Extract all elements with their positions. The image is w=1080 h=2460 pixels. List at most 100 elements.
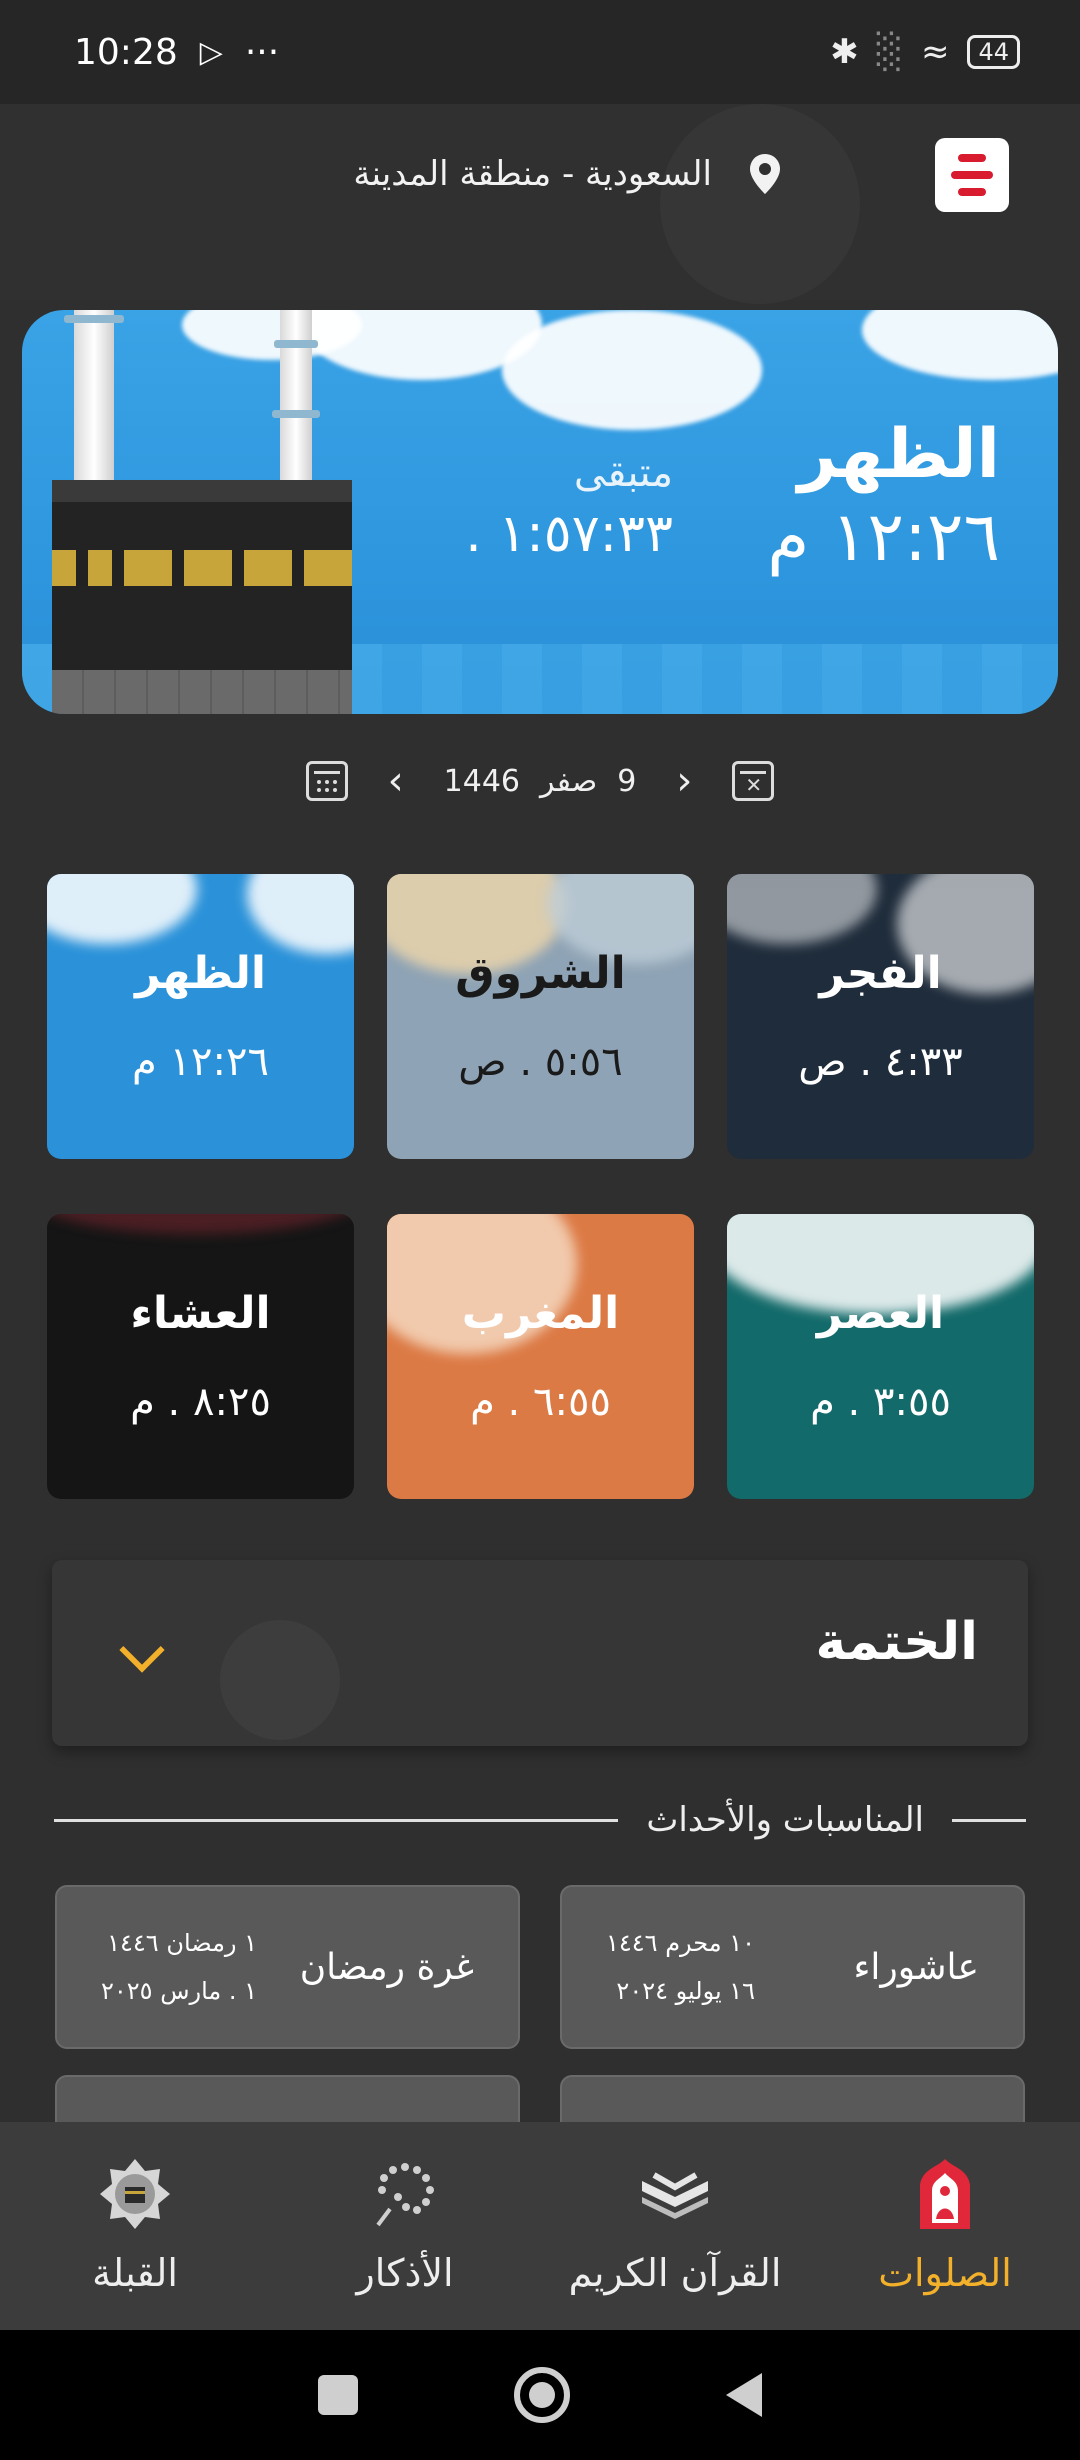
hijri-date: 9 صفر 1446: [444, 764, 637, 799]
current-prayer-card[interactable]: متبقى ١:٥٧:٣٣ . الظهر ١٢:٢٦ م: [22, 310, 1058, 714]
menu-button[interactable]: [935, 138, 1009, 212]
khatma-title: الختمة: [815, 1612, 978, 1672]
calendar-dots: [316, 780, 337, 792]
remaining-time: متبقى ١:٥٧:٣٣ .: [465, 450, 673, 564]
event-dates: ١ رمضان ١٤٤٦ ١ . مارس ٢٠٢٥: [101, 1919, 257, 2015]
prayer-time: ٨:٢٥ . م: [130, 1379, 271, 1425]
card-cloud: [47, 1214, 354, 1234]
play-icon: ▷: [199, 34, 223, 70]
signal-icon: ░: [876, 32, 903, 72]
prayer-time: ٥:٥٦ . ص: [458, 1039, 623, 1085]
bluetooth-icon: ✱: [830, 32, 859, 72]
hijri-month: صفر: [540, 763, 598, 799]
card-cloud: [47, 874, 197, 944]
nav-azkar[interactable]: الأذكار: [285, 2157, 525, 2295]
location-label: السعودية - منطقة المدينة: [353, 154, 712, 194]
event-name: غرة رمضان: [299, 1946, 474, 1988]
prayer-card-fajr[interactable]: الفجر ٤:٣٣ . ص: [727, 874, 1034, 1159]
nav-prayers[interactable]: الصلوات: [825, 2157, 1065, 2295]
hero-cloud: [502, 310, 762, 430]
menu-icon-bar-3: [958, 188, 986, 196]
divider: [952, 1818, 1026, 1822]
prayer-name: الظهر: [135, 948, 266, 999]
minaret-left: [74, 310, 114, 480]
recent-apps-button[interactable]: [318, 2375, 358, 2415]
nav-quran[interactable]: القرآن الكريم: [555, 2157, 795, 2295]
location-selector[interactable]: السعودية - منطقة المدينة: [353, 154, 780, 194]
kaaba-top: [52, 480, 352, 502]
next-prayer: الظهر ١٢:٢٦ م: [767, 415, 1000, 577]
menu-icon-bar-1: [958, 154, 986, 162]
date-navigator: ‹ 9 صفر 1446 › ✕: [0, 746, 1080, 816]
hijri-day: 9: [617, 763, 637, 799]
event-gregorian-date: ١ . مارس ٢٠٢٥: [101, 1977, 258, 2005]
card-cloud: [727, 874, 877, 944]
event-card-ramadan[interactable]: غرة رمضان ١ رمضان ١٤٤٦ ١ . مارس ٢٠٢٥: [55, 1885, 520, 2049]
calendar-icon[interactable]: [305, 761, 348, 801]
minaret-ring: [272, 410, 320, 418]
card-cloud: [247, 874, 354, 954]
prayer-name: العشاء: [130, 1288, 271, 1339]
nav-label: الصلوات: [878, 2251, 1012, 2295]
prayer-name: الشروق: [455, 948, 626, 999]
minaret-right: [280, 310, 312, 490]
header-pattern: [660, 104, 860, 304]
wifi-icon: ≈: [920, 32, 950, 72]
events-title: المناسبات والأحداث: [646, 1800, 924, 1840]
back-button[interactable]: [726, 2373, 762, 2417]
chevron-down-icon[interactable]: [119, 1627, 165, 1673]
minaret-ring: [64, 315, 124, 323]
hero-cloud: [862, 310, 1058, 380]
event-card-ashura[interactable]: عاشوراء ١٠ محرم ١٤٤٦ ١٦ يوليو ٢٠٢٤: [560, 1885, 1025, 2049]
battery-level: 44: [978, 38, 1009, 66]
qibla-compass-icon: [100, 2159, 170, 2229]
status-time: 10:28: [74, 31, 178, 73]
calendar-x-mark: ✕: [745, 773, 763, 797]
remaining-label: متبقى: [573, 450, 673, 496]
event-hijri-date: ١ رمضان ١٤٤٦: [107, 1929, 258, 1957]
prayer-name: الفجر: [819, 948, 942, 999]
prayer-name: المغرب: [461, 1288, 620, 1339]
kaaba-gold-band: [52, 550, 352, 586]
divider: [54, 1818, 619, 1822]
event-dates: ١٠ محرم ١٤٤٦ ١٦ يوليو ٢٠٢٤: [606, 1919, 755, 2015]
prayer-card-asr[interactable]: العصر ٣:٥٥ . م: [727, 1214, 1034, 1499]
prayer-times-grid: الفجر ٤:٣٣ . ص الشروق ٥:٥٦ . ص الظهر ١٢:…: [46, 874, 1034, 1499]
more-notifications: ···: [244, 31, 280, 73]
next-prayer-time: ١٢:٢٦ م: [767, 498, 1000, 577]
nav-label: الأذكار: [356, 2251, 454, 2295]
nav-label: القبلة: [92, 2251, 178, 2295]
khatma-panel[interactable]: الختمة: [52, 1560, 1028, 1746]
calendar-today-icon[interactable]: ✕: [732, 761, 775, 801]
prayer-time: ٣:٥٥ . م: [810, 1379, 951, 1425]
prayer-time: ١٢:٢٦ م: [132, 1039, 269, 1085]
mosque-prayer-icon: [920, 2159, 970, 2229]
next-prayer-name: الظهر: [797, 415, 1000, 494]
bottom-navigation: الصلوات القرآن الكريم الأذكار القبلة: [0, 2122, 1080, 2330]
system-navigation-bar: [0, 2330, 1080, 2460]
event-gregorian-date: ١٦ يوليو ٢٠٢٤: [616, 1977, 756, 2005]
event-hijri-date: ١٠ محرم ١٤٤٦: [606, 1929, 756, 1957]
status-right: ✱ ░ ≈ 44: [830, 32, 1020, 72]
prayer-time: ٦:٥٥ . م: [470, 1379, 611, 1425]
status-left: 10:28 ▷ ···: [74, 32, 279, 73]
previous-day-chevron-icon[interactable]: ‹: [388, 758, 404, 804]
prayer-card-maghrib[interactable]: المغرب ٦:٥٥ . م: [387, 1214, 694, 1499]
tasbih-icon: [376, 2163, 434, 2227]
prayer-card-sunrise[interactable]: الشروق ٥:٥٦ . ص: [387, 874, 694, 1159]
minaret-ring: [274, 340, 318, 348]
prayer-card-dhuhr[interactable]: الظهر ١٢:٢٦ م: [47, 874, 354, 1159]
event-name: عاشوراء: [853, 1946, 979, 1988]
quran-icon: [642, 2172, 708, 2219]
nav-qibla[interactable]: القبلة: [15, 2157, 255, 2295]
next-day-chevron-icon[interactable]: ›: [676, 758, 692, 804]
prayer-card-isha[interactable]: العشاء ٨:٢٥ . م: [47, 1214, 354, 1499]
events-grid: عاشوراء ١٠ محرم ١٤٤٦ ١٦ يوليو ٢٠٢٤ غرة ر…: [55, 1885, 1025, 2135]
home-button[interactable]: [514, 2367, 570, 2423]
location-pin-icon: [750, 154, 780, 194]
hijri-year: 1446: [443, 763, 521, 799]
battery-icon: 44: [967, 35, 1020, 69]
remaining-countdown: ١:٥٧:٣٣ .: [465, 504, 673, 564]
prayer-name: العصر: [816, 1288, 945, 1339]
prayer-time: ٤:٣٣ . ص: [798, 1039, 963, 1085]
